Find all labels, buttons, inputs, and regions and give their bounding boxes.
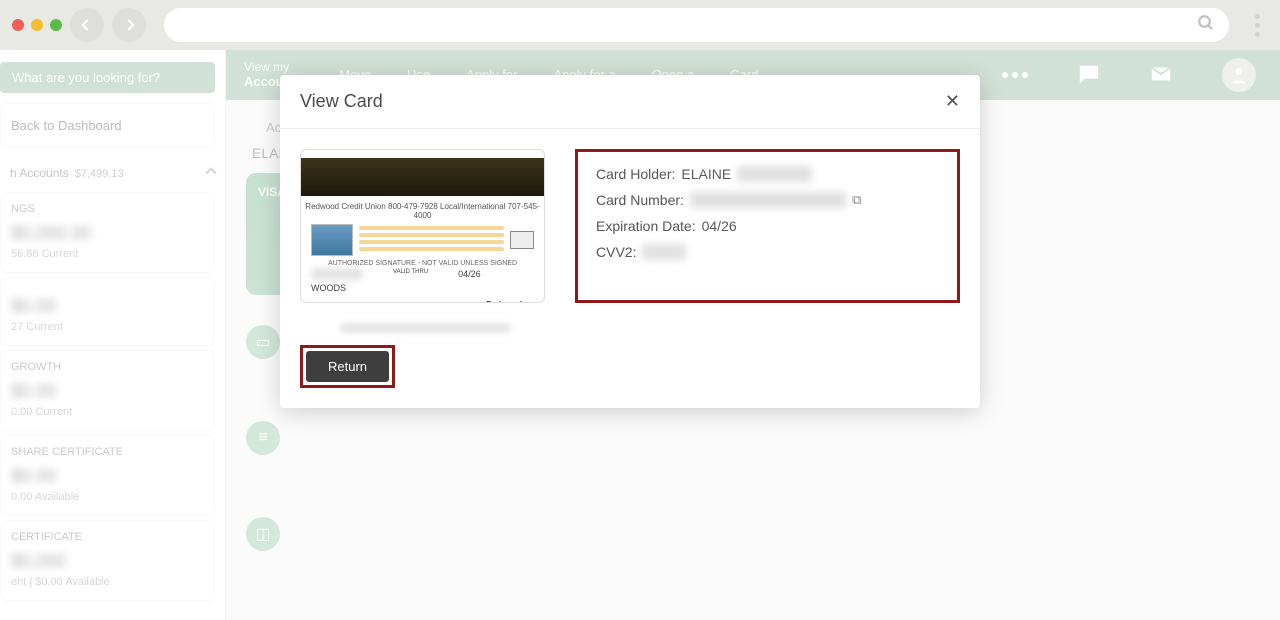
- card-photo-icon: [311, 224, 353, 256]
- holder-last-blurred: WOODS: [737, 166, 811, 182]
- modal-title: View Card: [300, 91, 383, 112]
- card-back-image: Redwood Credit Union 800-479-7928 Local/…: [300, 149, 545, 303]
- minimize-window-icon[interactable]: [31, 19, 43, 31]
- card-number-blurred: 0000 0000 0000 0000: [690, 192, 846, 208]
- search-icon: [1197, 14, 1215, 37]
- close-window-icon[interactable]: [12, 19, 24, 31]
- signature-box-icon: [510, 231, 534, 249]
- return-highlight: Return: [300, 345, 395, 388]
- cvv-label: CVV2:: [596, 244, 636, 260]
- number-label: Card Number:: [596, 192, 684, 208]
- back-button[interactable]: [70, 8, 104, 42]
- holder-first: ELAINE: [681, 166, 731, 182]
- card-info-highlight: Card Holder: ELAINE WOODS Card Number: 0…: [575, 149, 960, 303]
- close-icon[interactable]: ✕: [945, 91, 960, 112]
- return-button[interactable]: Return: [306, 351, 389, 382]
- exp-value: 04/26: [702, 218, 737, 234]
- browser-toolbar: [0, 0, 1280, 50]
- window-controls: [12, 19, 62, 31]
- browser-menu-icon[interactable]: [1247, 14, 1268, 37]
- holder-label: Card Holder:: [596, 166, 675, 182]
- view-card-modal: View Card ✕ Redwood Credit Union 800-479…: [280, 75, 980, 408]
- forward-button[interactable]: [112, 8, 146, 42]
- maximize-window-icon[interactable]: [50, 19, 62, 31]
- exp-label: Expiration Date:: [596, 218, 696, 234]
- url-bar[interactable]: [164, 8, 1229, 42]
- card-holder-blurred: XXXXXX: [311, 269, 363, 279]
- instruction-text-blurred: [340, 323, 510, 333]
- copy-icon[interactable]: ⧉: [852, 192, 861, 208]
- cvv-blurred: 000: [642, 244, 685, 260]
- rcu-logo-icon: ◮Redwood Credit Union: [473, 301, 534, 303]
